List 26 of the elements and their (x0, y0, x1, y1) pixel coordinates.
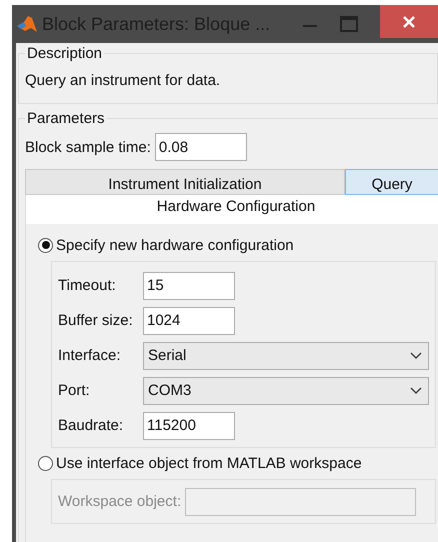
group-legend: Parameters (25, 110, 107, 127)
close-icon (402, 14, 416, 28)
tab[interactable]: Query (345, 169, 438, 195)
group-legend: Description (25, 45, 104, 62)
dropdown[interactable]: Serial (143, 342, 429, 370)
field-label: Buffer size: (58, 312, 134, 329)
radio-button[interactable] (38, 238, 53, 252)
chevron-down-icon (410, 386, 422, 394)
radio-option[interactable]: Specify new hardware configuration (38, 233, 436, 257)
field-label: Port: (58, 382, 91, 399)
close-button[interactable] (380, 5, 438, 38)
matlab-logo-icon (16, 14, 38, 34)
field-label: Workspace object: (58, 493, 182, 510)
field-label: Block sample time: (25, 138, 151, 156)
input-field[interactable]: 1024 (143, 306, 235, 334)
tab[interactable]: Instrument Initialization (25, 169, 345, 195)
field-label: Interface: (58, 347, 122, 364)
field-label: Baudrate: (58, 417, 124, 434)
dropdown[interactable]: COM3 (143, 376, 429, 404)
field-label: Timeout: (58, 277, 117, 294)
panel-header: Hardware Configuration (26, 192, 438, 224)
input-field[interactable]: 15 (143, 272, 235, 300)
input-field[interactable]: 115200 (143, 412, 235, 440)
description-text: Query an instrument for data. (25, 71, 222, 91)
input-field[interactable]: 0.08 (154, 133, 247, 161)
chevron-down-icon (410, 352, 422, 360)
